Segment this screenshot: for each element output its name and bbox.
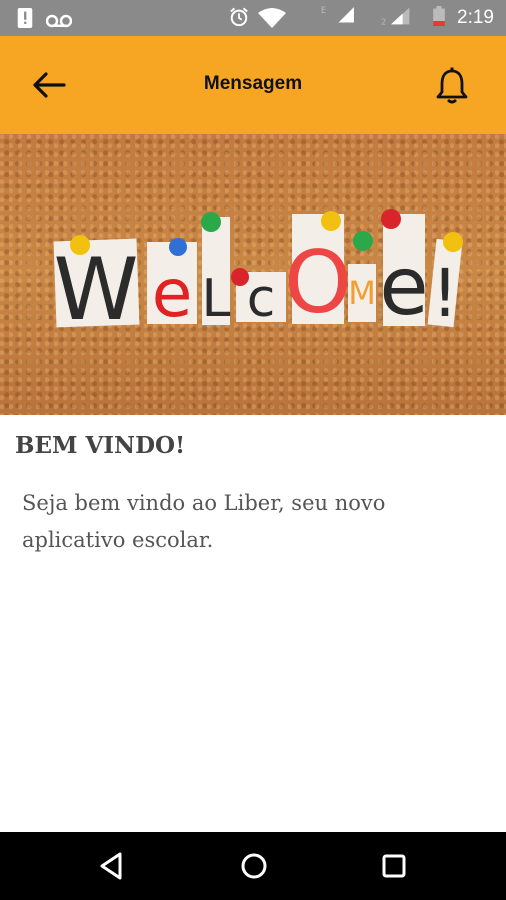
bell-icon[interactable]: [434, 66, 470, 106]
letter-e-card: e: [147, 238, 197, 332]
svg-text:e: e: [379, 240, 428, 333]
home-circle-icon[interactable]: [238, 850, 270, 882]
message-body: Seja bem vindo ao Liber, seu novo aplica…: [22, 491, 386, 552]
page-title: Mensagem: [203, 73, 303, 94]
system-nav-bar: [0, 832, 506, 900]
message-title: BEM VINDO!: [15, 432, 186, 459]
alert-icon: [17, 8, 33, 28]
svg-text:c: c: [247, 269, 276, 329]
svg-text:2: 2: [381, 16, 386, 26]
letter-e2-card: e: [379, 209, 429, 333]
svg-text:E: E: [321, 5, 326, 15]
letter-m-card: M: [348, 231, 376, 322]
status-bar: E 2 2:19: [0, 0, 506, 36]
app-bar: Mensagem: [0, 36, 506, 134]
svg-text:!: !: [432, 255, 458, 332]
status-time: 2:19: [457, 7, 494, 28]
alarm-icon: [230, 7, 248, 27]
letter-w-card: W: [53, 235, 140, 340]
welcome-banner-image: W e L c O M e !: [0, 134, 506, 415]
exclamation-card: !: [427, 232, 463, 332]
voicemail-icon: [46, 14, 72, 28]
letter-l-card: L: [201, 212, 231, 329]
letter-o-card: O: [284, 211, 352, 333]
signal-icon: 2: [381, 7, 410, 26]
battery-icon: [433, 6, 445, 26]
letter-c-card: c: [231, 268, 286, 329]
svg-text:L: L: [202, 269, 231, 329]
svg-text:M: M: [348, 274, 376, 312]
wifi-icon: [258, 8, 286, 28]
recents-square-icon[interactable]: [378, 850, 410, 882]
welcome-letters: W e L c O M e !: [53, 209, 463, 340]
svg-text:W: W: [53, 240, 138, 340]
svg-text:O: O: [284, 233, 352, 333]
back-triangle-icon[interactable]: [96, 850, 128, 882]
svg-text:e: e: [152, 255, 193, 332]
signal-icon: E: [321, 5, 354, 23]
